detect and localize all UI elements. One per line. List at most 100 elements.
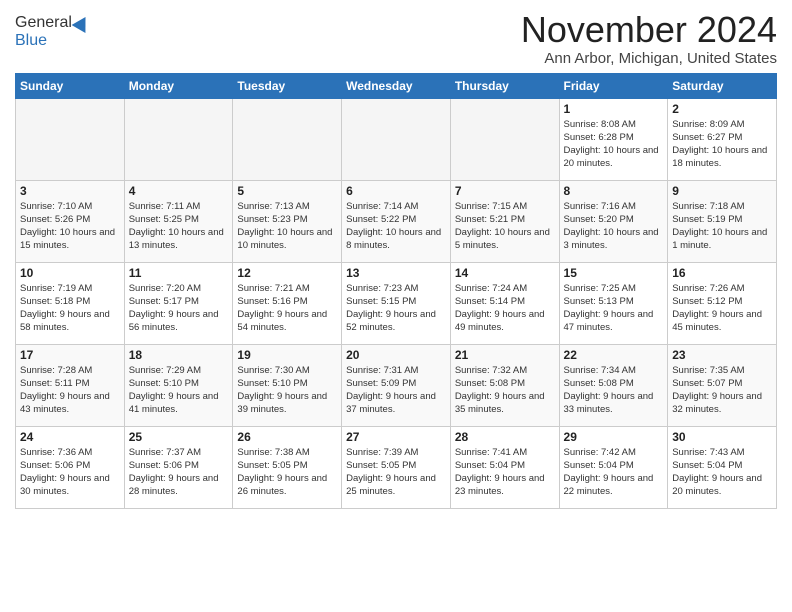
calendar-day: 4 Sunrise: 7:11 AM Sunset: 5:25 PM Daylig… [124,180,233,262]
day-info: Sunrise: 7:29 AM Sunset: 5:10 PM Dayligh… [129,364,229,417]
day-number: 26 [237,430,337,444]
logo-triangle-icon [71,13,92,33]
day-number: 9 [672,184,772,198]
calendar-day: 9 Sunrise: 7:18 AM Sunset: 5:19 PM Daylig… [668,180,777,262]
calendar-day [16,98,125,180]
calendar-day: 29Sunrise: 7:42 AM Sunset: 5:04 PM Dayli… [559,426,668,508]
day-info: Sunrise: 7:43 AM Sunset: 5:04 PM Dayligh… [672,446,772,499]
calendar-day: 18Sunrise: 7:29 AM Sunset: 5:10 PM Dayli… [124,344,233,426]
calendar-day: 19Sunrise: 7:30 AM Sunset: 5:10 PM Dayli… [233,344,342,426]
day-number: 13 [346,266,446,280]
day-number: 30 [672,430,772,444]
day-number: 24 [20,430,120,444]
calendar-day: 11 Sunrise: 7:20 AM Sunset: 5:17 PM Dayli… [124,262,233,344]
day-info: Sunrise: 7:42 AM Sunset: 5:04 PM Dayligh… [564,446,664,499]
day-info: Sunrise: 7:35 AM Sunset: 5:07 PM Dayligh… [672,364,772,417]
logo: General Blue [15,14,90,50]
page-header: General Blue November 2024 Ann Arbor, Mi… [15,10,777,67]
calendar-day: 8Sunrise: 7:16 AM Sunset: 5:20 PM Daylig… [559,180,668,262]
day-number: 21 [455,348,555,362]
calendar-day: 17 Sunrise: 7:28 AM Sunset: 5:11 PM Dayli… [16,344,125,426]
day-number: 28 [455,430,555,444]
calendar-day: 20 Sunrise: 7:31 AM Sunset: 5:09 PM Dayli… [342,344,451,426]
day-number: 10 [20,266,120,280]
day-info: Sunrise: 7:11 AM Sunset: 5:25 PM Dayligh… [129,200,229,253]
day-number: 23 [672,348,772,362]
day-number: 17 [20,348,120,362]
day-info: Sunrise: 8:09 AM Sunset: 6:27 PM Dayligh… [672,118,772,171]
day-number: 22 [564,348,664,362]
calendar-week-1: 1 Sunrise: 8:08 AM Sunset: 6:28 PM Daylig… [16,98,777,180]
weekday-header-row: SundayMondayTuesdayWednesdayThursdayFrid… [16,73,777,98]
calendar-day: 3 Sunrise: 7:10 AM Sunset: 5:26 PM Daylig… [16,180,125,262]
calendar-day: 2 Sunrise: 8:09 AM Sunset: 6:27 PM Daylig… [668,98,777,180]
calendar-day: 12 Sunrise: 7:21 AM Sunset: 5:16 PM Dayli… [233,262,342,344]
logo-blue-text: Blue [15,32,47,50]
weekday-header-tuesday: Tuesday [233,73,342,98]
day-info: Sunrise: 7:32 AM Sunset: 5:08 PM Dayligh… [455,364,555,417]
calendar-day [450,98,559,180]
day-info: Sunrise: 7:24 AM Sunset: 5:14 PM Dayligh… [455,282,555,335]
calendar-day: 14Sunrise: 7:24 AM Sunset: 5:14 PM Dayli… [450,262,559,344]
day-number: 20 [346,348,446,362]
day-info: Sunrise: 7:14 AM Sunset: 5:22 PM Dayligh… [346,200,446,253]
calendar-day: 13Sunrise: 7:23 AM Sunset: 5:15 PM Dayli… [342,262,451,344]
calendar-day: 21 Sunrise: 7:32 AM Sunset: 5:08 PM Dayli… [450,344,559,426]
day-info: Sunrise: 7:31 AM Sunset: 5:09 PM Dayligh… [346,364,446,417]
day-number: 1 [564,102,664,116]
title-section: November 2024 Ann Arbor, Michigan, Unite… [521,10,777,67]
calendar-week-3: 10 Sunrise: 7:19 AM Sunset: 5:18 PM Dayli… [16,262,777,344]
month-title: November 2024 [521,10,777,50]
day-info: Sunrise: 7:38 AM Sunset: 5:05 PM Dayligh… [237,446,337,499]
calendar-week-2: 3 Sunrise: 7:10 AM Sunset: 5:26 PM Daylig… [16,180,777,262]
calendar-day: 23 Sunrise: 7:35 AM Sunset: 5:07 PM Dayli… [668,344,777,426]
day-number: 4 [129,184,229,198]
day-info: Sunrise: 7:36 AM Sunset: 5:06 PM Dayligh… [20,446,120,499]
day-number: 19 [237,348,337,362]
day-number: 3 [20,184,120,198]
day-info: Sunrise: 7:21 AM Sunset: 5:16 PM Dayligh… [237,282,337,335]
weekday-header-sunday: Sunday [16,73,125,98]
calendar-table: SundayMondayTuesdayWednesdayThursdayFrid… [15,73,777,509]
calendar-day: 25Sunrise: 7:37 AM Sunset: 5:06 PM Dayli… [124,426,233,508]
day-number: 12 [237,266,337,280]
calendar-day: 26 Sunrise: 7:38 AM Sunset: 5:05 PM Dayli… [233,426,342,508]
calendar-day: 6Sunrise: 7:14 AM Sunset: 5:22 PM Daylig… [342,180,451,262]
calendar-day [342,98,451,180]
day-number: 15 [564,266,664,280]
logo-general-text: General [15,14,72,32]
calendar-day: 1 Sunrise: 8:08 AM Sunset: 6:28 PM Daylig… [559,98,668,180]
day-info: Sunrise: 7:39 AM Sunset: 5:05 PM Dayligh… [346,446,446,499]
day-number: 11 [129,266,229,280]
day-number: 2 [672,102,772,116]
day-info: Sunrise: 7:20 AM Sunset: 5:17 PM Dayligh… [129,282,229,335]
weekday-header-wednesday: Wednesday [342,73,451,98]
calendar-day: 16 Sunrise: 7:26 AM Sunset: 5:12 PM Dayli… [668,262,777,344]
day-info: Sunrise: 7:26 AM Sunset: 5:12 PM Dayligh… [672,282,772,335]
day-number: 8 [564,184,664,198]
calendar-week-5: 24 Sunrise: 7:36 AM Sunset: 5:06 PM Dayli… [16,426,777,508]
calendar-day: 30 Sunrise: 7:43 AM Sunset: 5:04 PM Dayli… [668,426,777,508]
day-info: Sunrise: 7:37 AM Sunset: 5:06 PM Dayligh… [129,446,229,499]
weekday-header-friday: Friday [559,73,668,98]
day-info: Sunrise: 7:28 AM Sunset: 5:11 PM Dayligh… [20,364,120,417]
day-info: Sunrise: 7:25 AM Sunset: 5:13 PM Dayligh… [564,282,664,335]
calendar-day: 10 Sunrise: 7:19 AM Sunset: 5:18 PM Dayli… [16,262,125,344]
calendar-day: 22 Sunrise: 7:34 AM Sunset: 5:08 PM Dayli… [559,344,668,426]
day-info: Sunrise: 7:18 AM Sunset: 5:19 PM Dayligh… [672,200,772,253]
day-info: Sunrise: 7:10 AM Sunset: 5:26 PM Dayligh… [20,200,120,253]
calendar-day [124,98,233,180]
calendar-day: 28 Sunrise: 7:41 AM Sunset: 5:04 PM Dayli… [450,426,559,508]
day-number: 16 [672,266,772,280]
location-text: Ann Arbor, Michigan, United States [521,50,777,67]
calendar-day: 15 Sunrise: 7:25 AM Sunset: 5:13 PM Dayli… [559,262,668,344]
day-info: Sunrise: 7:13 AM Sunset: 5:23 PM Dayligh… [237,200,337,253]
day-info: Sunrise: 7:41 AM Sunset: 5:04 PM Dayligh… [455,446,555,499]
day-number: 5 [237,184,337,198]
day-number: 7 [455,184,555,198]
day-info: Sunrise: 7:19 AM Sunset: 5:18 PM Dayligh… [20,282,120,335]
day-number: 27 [346,430,446,444]
calendar-day [233,98,342,180]
day-info: Sunrise: 7:34 AM Sunset: 5:08 PM Dayligh… [564,364,664,417]
day-info: Sunrise: 8:08 AM Sunset: 6:28 PM Dayligh… [564,118,664,171]
